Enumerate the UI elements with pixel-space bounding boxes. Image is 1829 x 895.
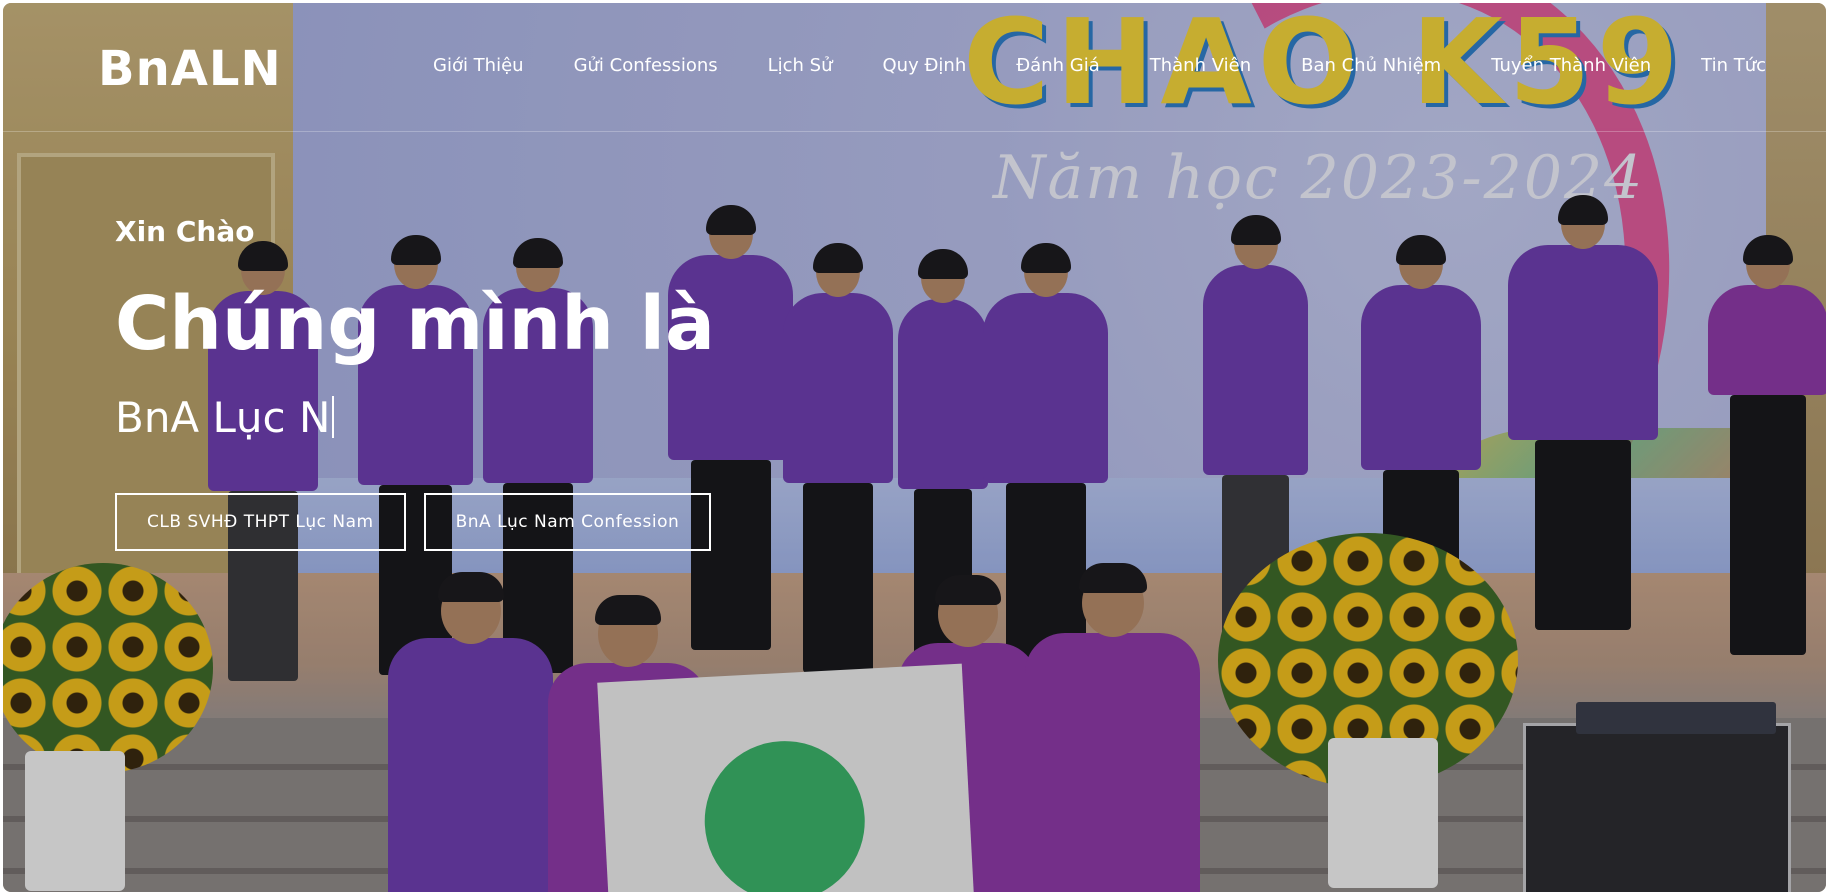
hero-background-photo: CHAO K59 Năm học 2023-2024 [3,3,1826,892]
nav-link-gui-confessions[interactable]: Gửi Confessions [574,55,718,76]
typing-cursor [332,396,335,438]
top-navbar: BnALN Giới Thiệu Gửi Confessions Lịch Sử… [3,3,1826,132]
nav-link-thanh-vien[interactable]: Thành Viên [1150,55,1251,76]
nav-item-lich-su: Lịch Sử [768,55,833,76]
brand-logo[interactable]: BnALN [98,41,282,97]
nav-item-quy-dinh: Quy Định [883,55,967,76]
nav-item-gioi-thieu: Giới Thiệu [433,55,524,76]
nav-item-thanh-vien: Thành Viên [1150,55,1251,76]
club-page-button[interactable]: CLB SVHĐ THPT Lục Nam [115,493,406,551]
hero-section: CHAO K59 Năm học 2023-2024 BnALN Giới Th… [3,3,1826,892]
hero-overlay [3,3,1826,892]
hero-typed-text: BnA Lục N [115,393,335,442]
nav-item-danh-gia: Đánh Giá [1016,55,1100,76]
nav-item-tin-tuc: Tin Tức [1701,55,1766,76]
nav-menu: Giới Thiệu Gửi Confessions Lịch Sử Quy Đ… [433,55,1766,76]
nav-item-ban-chu-nhiem: Ban Chủ Nhiệm [1301,55,1441,76]
nav-link-tuyen-thanh-vien[interactable]: Tuyển Thành Viên [1491,55,1651,76]
nav-link-danh-gia[interactable]: Đánh Giá [1016,55,1100,76]
typed-text-value: BnA Lục N [115,393,331,442]
nav-link-ban-chu-nhiem[interactable]: Ban Chủ Nhiệm [1301,55,1441,76]
nav-link-gioi-thieu[interactable]: Giới Thiệu [433,55,524,76]
nav-item-gui-confessions: Gửi Confessions [574,55,718,76]
hero-buttons: CLB SVHĐ THPT Lục Nam BnA Lục Nam Confes… [115,493,712,551]
hero-greeting: Xin Chào [115,215,255,248]
nav-link-tin-tuc[interactable]: Tin Tức [1701,55,1766,76]
nav-item-tuyen-thanh-vien: Tuyển Thành Viên [1491,55,1651,76]
nav-link-quy-dinh[interactable]: Quy Định [883,55,967,76]
confession-page-button[interactable]: BnA Lục Nam Confession [423,493,712,551]
nav-link-lich-su[interactable]: Lịch Sử [768,55,833,76]
hero-headline: Chúng mình là [115,281,715,367]
